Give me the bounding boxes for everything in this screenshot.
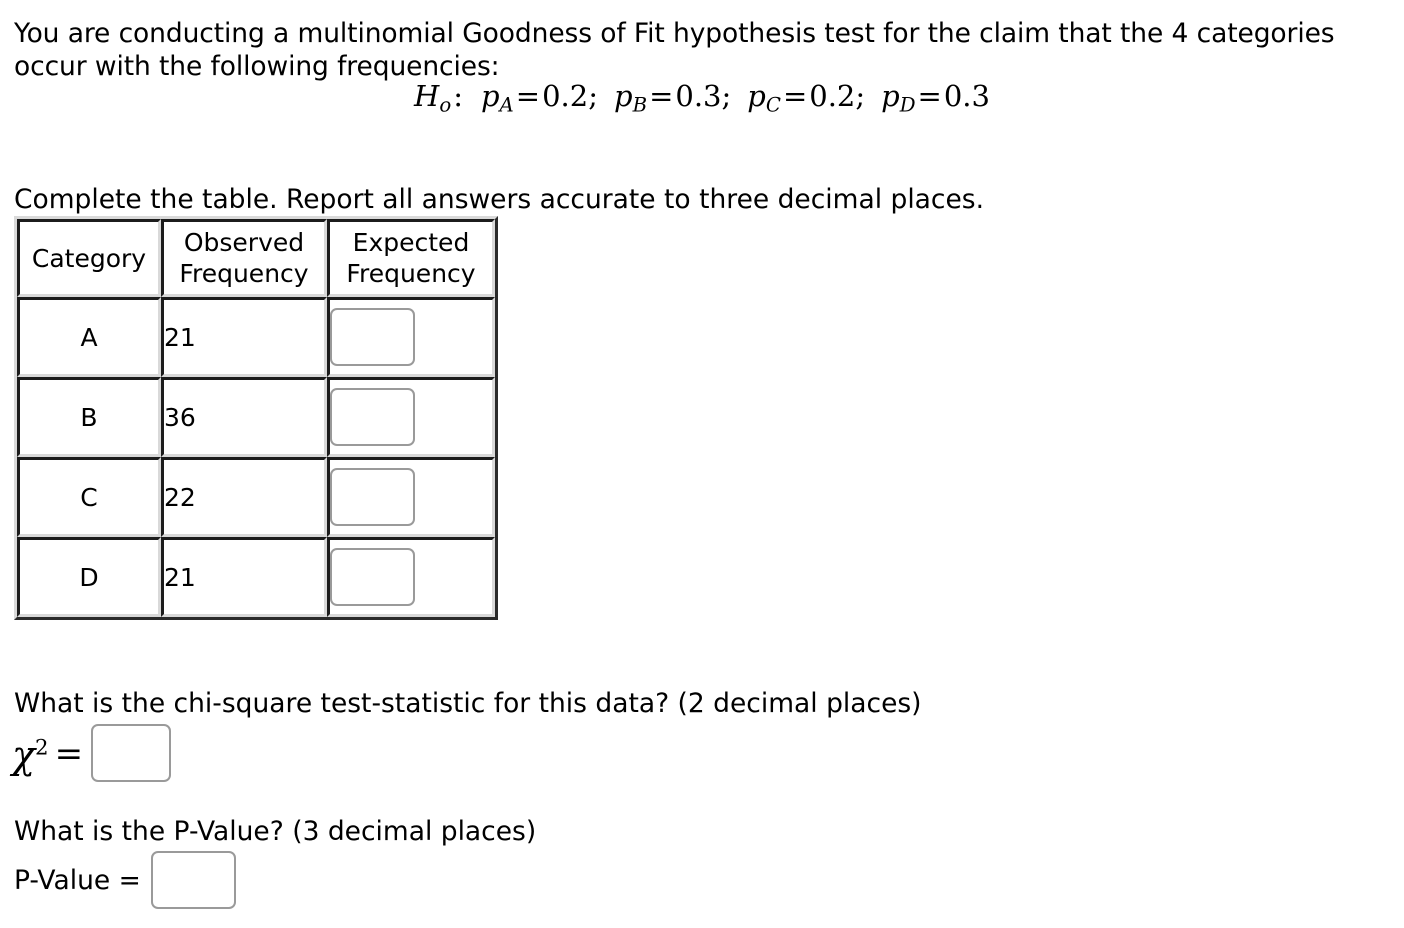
term-0-sub: A [499, 93, 514, 117]
term-1-var: p [614, 79, 633, 113]
p-value-question-text: What is the P-Value? (3 decimal places) [14, 816, 537, 847]
table-body: A 21 B 36 C 22 D 21 [17, 297, 495, 617]
expected-frequency-input-d[interactable] [330, 548, 415, 606]
instruction-text: Complete the table. Report all answers a… [14, 184, 985, 215]
term-3-var: p [881, 79, 900, 113]
column-header-expected-line2: Frequency [346, 259, 476, 288]
term-2-sub: C [765, 93, 781, 117]
chi-square-answer-row: χ2 = [12, 722, 172, 784]
worksheet-page: You are conducting a multinomial Goodnes… [0, 0, 1404, 928]
cell-observed-c: 22 [161, 457, 327, 537]
p-value-label: P-Value = [14, 864, 141, 896]
hypothesis-symbol-subscript: o [439, 93, 452, 117]
cell-expected-a [327, 297, 495, 377]
term-2-var: p [747, 79, 766, 113]
term-3-sub: D [899, 93, 916, 117]
column-header-observed-line2: Frequency [179, 259, 309, 288]
null-hypothesis-equation: Ho: pA=0.2; pB=0.3; pC=0.2; pD=0.3 [0, 79, 1404, 117]
cell-category-c: C [17, 457, 161, 537]
column-header-observed-frequency: Observed Frequency [161, 219, 327, 297]
column-header-observed-line1: Observed [183, 228, 305, 257]
table-header-row: Category Observed Frequency Expected Fre… [17, 219, 495, 297]
term-0-separator: ; [588, 79, 598, 113]
table-row: C 22 [17, 457, 495, 537]
column-header-expected-frequency: Expected Frequency [327, 219, 495, 297]
cell-category-b: B [17, 377, 161, 457]
term-2-separator: ; [855, 79, 866, 113]
p-value-input[interactable] [150, 851, 236, 909]
p-value-answer-row: P-Value = [14, 850, 236, 910]
chi-square-symbol: χ2 [12, 736, 49, 774]
cell-observed-a: 21 [161, 297, 327, 377]
chi-square-question-text: What is the chi-square test-statistic fo… [14, 688, 922, 719]
term-0-value: 0.2 [542, 79, 589, 113]
chi-glyph: χ [12, 733, 36, 777]
term-0-equals: = [515, 79, 541, 113]
chi-exponent: 2 [35, 735, 49, 761]
cell-expected-b [327, 377, 495, 457]
cell-observed-b: 36 [161, 377, 327, 457]
column-header-expected-line1: Expected [352, 228, 470, 257]
expected-frequency-input-b[interactable] [330, 388, 415, 446]
table-row: B 36 [17, 377, 495, 457]
table-row: A 21 [17, 297, 495, 377]
term-3-equals: = [917, 79, 942, 113]
column-header-category: Category [17, 219, 161, 297]
cell-expected-c [327, 457, 495, 537]
cell-observed-d: 21 [161, 537, 327, 617]
term-0-var: p [480, 79, 500, 113]
table-row: D 21 [17, 537, 495, 617]
expected-frequency-input-a[interactable] [330, 308, 415, 366]
frequency-table: Category Observed Frequency Expected Fre… [14, 216, 498, 620]
hypothesis-symbol: H [414, 79, 440, 113]
hypothesis-colon: : [453, 79, 463, 113]
expected-frequency-input-c[interactable] [330, 468, 415, 526]
chi-square-input[interactable] [91, 724, 172, 782]
term-1-separator: ; [721, 79, 732, 113]
term-1-sub: B [632, 93, 648, 117]
term-1-equals: = [649, 79, 674, 113]
frequency-table-wrapper: Category Observed Frequency Expected Fre… [14, 216, 498, 620]
chi-square-equals-sign: = [54, 734, 84, 774]
term-1-value: 0.3 [675, 79, 722, 113]
cell-category-a: A [17, 297, 161, 377]
column-header-category-line1: Category [31, 243, 147, 273]
cell-expected-d [327, 537, 495, 617]
term-2-equals: = [782, 79, 808, 113]
prompt-text: You are conducting a multinomial Goodnes… [14, 18, 1335, 82]
cell-category-d: D [17, 537, 161, 617]
term-3-value: 0.3 [943, 79, 990, 113]
table-head: Category Observed Frequency Expected Fre… [17, 219, 495, 297]
term-2-value: 0.2 [809, 79, 856, 113]
